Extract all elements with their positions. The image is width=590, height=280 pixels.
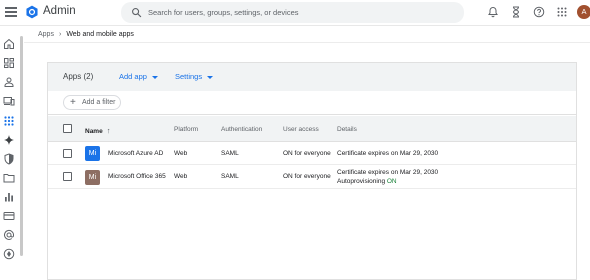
column-header-details: Details [337,126,357,133]
table-row[interactable]: Mi Microsoft Azure AD Web SAML ON for ev… [48,142,576,165]
folder-icon[interactable] [3,172,15,184]
add-filter-chip[interactable]: + Add a filter [63,95,121,110]
settings-button[interactable]: Settings [175,72,214,81]
search-bar[interactable] [121,2,464,23]
add-filter-label: Add a filter [82,99,116,106]
table-row[interactable]: Mi Microsoft Office 365 Web SAML ON for … [48,165,576,189]
hourglass-icon[interactable] [510,6,522,18]
app-platform: Web [174,150,188,157]
plus-icon: + [70,97,76,108]
devices-icon[interactable] [3,95,15,107]
avatar[interactable]: A [577,5,590,19]
users-icon[interactable] [3,76,15,88]
notifications-icon[interactable] [487,6,499,18]
column-header-platform: Platform [174,126,199,133]
apps-icon[interactable] [3,115,15,127]
column-header-user-access: User access [283,126,319,133]
settings-label: Settings [175,72,203,81]
breadcrumb-apps[interactable]: Apps [38,31,54,38]
table-header: Name ↑ Platform Authentication User acces… [48,116,576,142]
chevron-right-icon: › [58,31,62,38]
column-name-label: Name [85,128,103,135]
caret-down-icon [151,75,158,79]
app-user-access: ON for everyone [283,150,331,157]
column-header-name[interactable]: Name ↑ [85,126,110,135]
app-platform: Web [174,173,188,180]
apps-grid-icon[interactable] [556,6,568,18]
dashboard-icon[interactable] [3,57,15,69]
left-nav-rail [0,27,19,280]
card-header: Apps (2) Add app Settings [48,63,576,91]
arrow-up-icon: ↑ [106,126,111,135]
generative-ai-icon[interactable] [3,134,15,146]
apps-card: Apps (2) Add app Settings + Add a filter… [47,62,577,280]
rules-icon[interactable] [3,248,15,260]
autoprovisioning-label: Autoprovisioning [337,178,386,185]
autoprovisioning-status: ON [386,178,397,185]
app-details-extra: Autoprovisioning ON [337,178,397,185]
app-authentication: SAML [221,150,239,157]
select-all-checkbox[interactable] [63,124,72,133]
column-header-authentication: Authentication [221,126,263,133]
filter-row: + Add a filter [48,91,576,115]
app-details: Certificate expires on Mar 29, 2030 [337,169,439,176]
breadcrumb-current: Web and mobile apps [66,31,134,38]
breadcrumb: Apps › Web and mobile apps [38,31,134,38]
breadcrumb-divider [24,42,590,43]
row-checkbox[interactable] [63,172,72,181]
search-icon [132,8,142,18]
hamburger-icon[interactable] [5,7,17,17]
security-icon[interactable] [3,153,15,165]
app-title[interactable]: Admin [43,5,76,17]
caret-down-icon [207,75,214,79]
billing-icon[interactable] [3,210,15,222]
add-app-button[interactable]: Add app [119,72,158,81]
help-icon[interactable] [533,6,545,18]
add-app-label: Add app [119,72,147,81]
home-icon[interactable] [3,38,15,50]
app-name[interactable]: Microsoft Azure AD [108,150,163,157]
app-name[interactable]: Microsoft Office 365 [108,173,166,180]
app-authentication: SAML [221,173,239,180]
google-admin-logo[interactable] [25,5,39,19]
nav-scrollbar[interactable] [20,36,23,256]
app-icon: Mi [85,146,100,161]
app-details: Certificate expires on Mar 29, 2030 [337,150,439,157]
account-icon[interactable] [3,229,15,241]
app-icon: Mi [85,170,100,185]
top-bar: Admin A [0,0,590,26]
apps-count-title: Apps (2) [63,72,94,81]
app-user-access: ON for everyone [283,173,331,180]
reporting-icon[interactable] [3,191,15,203]
search-input[interactable] [148,5,448,20]
row-checkbox[interactable] [63,149,72,158]
